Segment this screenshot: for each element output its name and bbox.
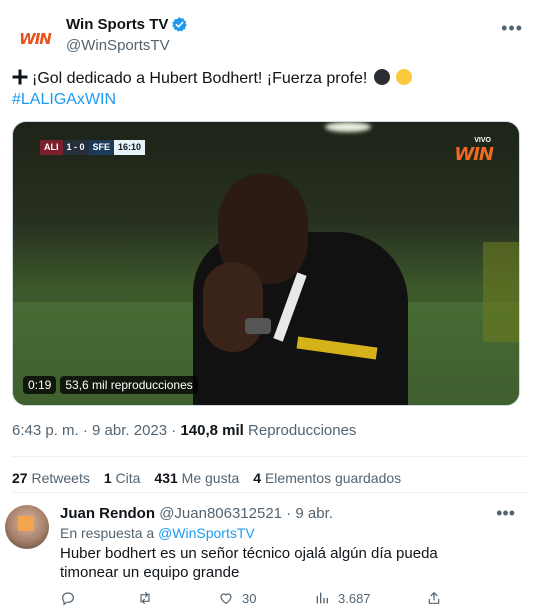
tweet-text: ¡Gol dedicado a Hubert Bodhert! ¡Fuerza … [12, 68, 527, 110]
reply-header: Juan Rendon @Juan806312521 · 9 abr. [60, 505, 333, 522]
like-count: 30 [242, 590, 257, 606]
reply-avatar[interactable] [5, 505, 49, 549]
quotes-stat[interactable]: 1 Cita [104, 470, 141, 486]
video-badges: 0:19 53,6 mil reproducciones [23, 376, 198, 394]
player-watch [245, 318, 271, 334]
win-sports-logo: WIN [19, 30, 52, 48]
avatar-sticky-note [18, 516, 34, 531]
views-label: Reproducciones [248, 422, 357, 439]
scoreboard-score: 1 - 0 [62, 140, 89, 155]
likes-label: Me gusta [181, 470, 240, 486]
replying-to-label: En respuesta a [60, 525, 155, 541]
black-circle-emoji [373, 69, 390, 85]
stadium-light [325, 122, 371, 132]
likes-count: 431 [154, 470, 178, 486]
quotes-count: 1 [103, 470, 112, 486]
tweet-stats: 27 Retweets 1 Cita 431 Me gusta 4 Elemen… [12, 470, 401, 486]
yellow-circle-emoji [396, 69, 413, 85]
bookmarks-stat[interactable]: 4 Elementos guardados [253, 470, 401, 486]
tweet-date[interactable]: 9 abr. 2023 [92, 422, 167, 439]
heart-icon [220, 593, 232, 605]
views-count: 140,8 mil [180, 422, 244, 439]
more-options-icon[interactable]: ••• [501, 18, 523, 39]
meta-separator: · [171, 422, 177, 439]
bookmarks-count: 4 [253, 470, 262, 486]
reply-separator: · [286, 505, 292, 522]
hashtag-link[interactable]: #LALIGAxWIN [12, 91, 116, 108]
scoreboard-away: SFE [88, 140, 115, 155]
video-views: 53,6 mil reproducciones [60, 376, 198, 394]
like-action[interactable]: 30 [218, 590, 256, 606]
comment-icon [62, 592, 74, 606]
reply-tweet[interactable]: Juan Rendon @Juan806312521 · 9 abr. ••• … [0, 493, 537, 615]
verified-icon [172, 17, 188, 32]
replying-to: En respuesta a @WinSportsTV [60, 525, 255, 541]
live-label: VIVO [474, 137, 491, 144]
reply-date[interactable]: 9 abr. [295, 505, 333, 522]
scoreboard-home: ALI [40, 140, 63, 155]
avatar[interactable]: WIN [12, 16, 58, 62]
author-handle[interactable]: @WinSportsTV [66, 37, 188, 54]
tweet-time[interactable]: 6:43 p. m. [12, 422, 79, 439]
share-icon [428, 592, 440, 604]
author-name-text: Win Sports TV [66, 16, 169, 33]
channel-logo: WIN [454, 144, 494, 165]
retweets-stat[interactable]: 27 Retweets [12, 470, 90, 486]
retweets-label: Retweets [31, 470, 90, 486]
views-count: 3.687 [338, 590, 371, 606]
scoreboard-clock: 16:10 [114, 140, 146, 155]
reply-actions: 30 3.687 [60, 590, 460, 610]
bookmarks-label: Elementos guardados [264, 470, 402, 486]
reply-text: Huber bodhert es un señor técnico ojalá … [60, 545, 438, 581]
retweets-count: 27 [12, 470, 28, 486]
reply-action[interactable] [60, 590, 76, 606]
retweet-action[interactable] [137, 590, 153, 606]
player-hands [203, 262, 263, 352]
author-block: Win Sports TV @WinSportsTV [66, 16, 188, 54]
reply-more-icon[interactable]: ••• [496, 503, 515, 524]
video-duration: 0:19 [23, 376, 57, 394]
quotes-label: Cita [115, 470, 141, 486]
background-figure [483, 242, 519, 342]
share-action[interactable] [426, 590, 442, 606]
retweet-icon [140, 592, 150, 604]
scoreboard: ALI 1 - 0 SFE 16:10 [40, 140, 146, 155]
likes-stat[interactable]: 431 Me gusta [154, 470, 239, 486]
tweet-text-main: ¡Gol dedicado a Hubert Bodhert! ¡Fuerza … [32, 70, 368, 87]
plus-icon [12, 69, 28, 85]
reply-author-handle[interactable]: @Juan806312521 [159, 505, 282, 522]
replying-to-link[interactable]: @WinSportsTV [158, 525, 255, 541]
divider [12, 456, 527, 457]
video-player[interactable]: ALI 1 - 0 SFE 16:10 VIVO WIN 0:19 53,6 m… [12, 121, 520, 406]
meta-separator: · [82, 422, 88, 439]
tweet-header: WIN Win Sports TV @WinSportsTV ••• [12, 12, 527, 62]
reply-author-name[interactable]: Juan Rendon [60, 505, 155, 522]
analytics-icon [316, 592, 328, 604]
tweet-meta: 6:43 p. m. · 9 abr. 2023 · 140,8 mil Rep… [12, 422, 356, 439]
views-action[interactable]: 3.687 [314, 590, 371, 606]
author-name[interactable]: Win Sports TV [66, 16, 188, 33]
